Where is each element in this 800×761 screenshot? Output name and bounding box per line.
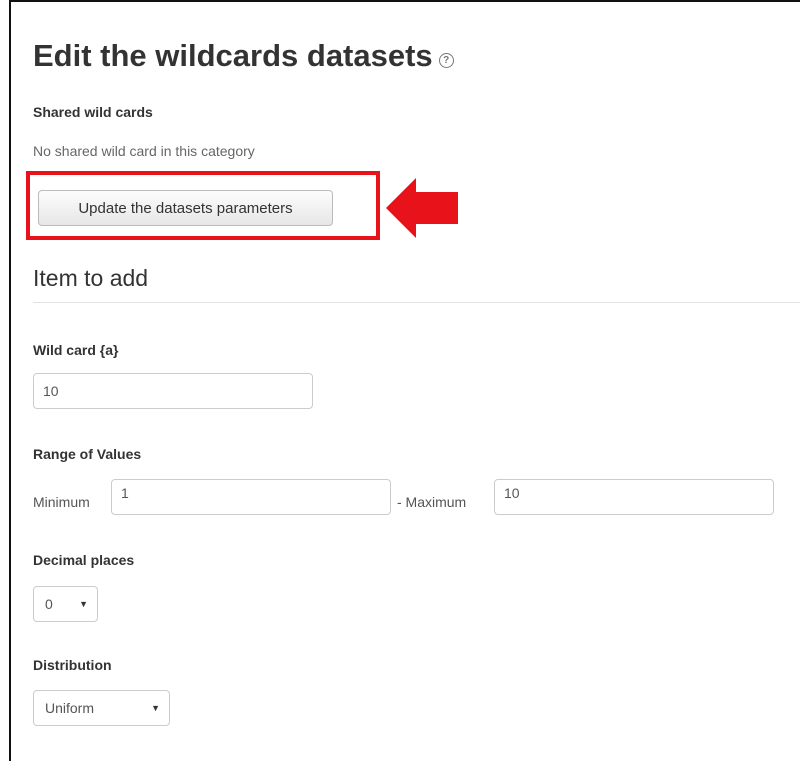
arrow-shape <box>386 178 458 238</box>
decimal-places-label: Decimal places <box>33 552 135 568</box>
chevron-down-icon: ▼ <box>151 703 160 713</box>
distribution-value: Uniform <box>45 700 95 716</box>
page-title: Edit the wildcards datasets ? <box>33 36 454 76</box>
distribution-select[interactable]: Uniform ▼ <box>33 690 170 726</box>
update-datasets-parameters-button[interactable]: Update the datasets parameters <box>38 190 333 226</box>
decimal-places-value: 0 <box>45 596 53 612</box>
item-to-add-title: Item to add <box>33 265 149 291</box>
chevron-down-icon: ▼ <box>79 599 88 609</box>
maximum-label: - Maximum <box>397 494 467 510</box>
help-icon[interactable]: ? <box>438 52 454 68</box>
decimal-places-select[interactable]: 0 ▼ <box>33 586 98 622</box>
shared-wildcards-heading: Shared wild cards <box>33 104 153 120</box>
minimum-input[interactable]: 1 <box>111 479 391 515</box>
minimum-label: Minimum <box>33 494 90 510</box>
no-shared-wildcard-text: No shared wild card in this category <box>33 143 255 159</box>
red-arrow-left-icon <box>386 178 458 238</box>
wildcard-a-input[interactable]: 10 <box>33 373 313 409</box>
maximum-input[interactable]: 10 <box>494 479 774 515</box>
wildcard-a-label: Wild card {a} <box>33 342 119 358</box>
distribution-label: Distribution <box>33 657 112 673</box>
section-divider <box>33 302 800 303</box>
page-title-text: Edit the wildcards datasets <box>33 38 433 73</box>
range-of-values-label: Range of Values <box>33 446 142 462</box>
